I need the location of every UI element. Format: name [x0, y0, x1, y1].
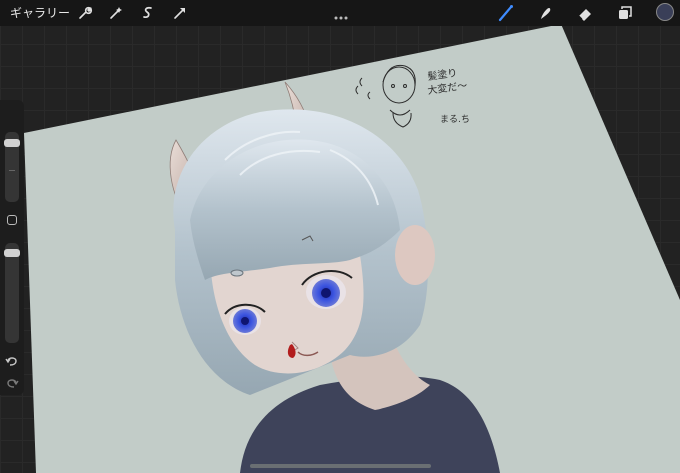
home-indicator[interactable]	[250, 464, 431, 468]
selection-icon[interactable]	[138, 3, 158, 23]
eraser-icon[interactable]	[575, 3, 595, 23]
opacity-thumb[interactable]	[4, 249, 20, 257]
gallery-button[interactable]: ギャラリー	[10, 5, 70, 21]
brush-icon[interactable]	[496, 3, 516, 23]
smudge-icon[interactable]	[535, 3, 555, 23]
brush-size-slider[interactable]	[4, 132, 20, 202]
magic-wand-icon[interactable]	[106, 3, 126, 23]
left-sidebar	[0, 100, 24, 395]
brush-size-thumb[interactable]	[4, 139, 20, 147]
transform-arrow-icon[interactable]	[170, 3, 190, 23]
layers-icon[interactable]	[615, 3, 635, 23]
wrench-icon[interactable]	[75, 3, 95, 23]
hair-clip	[230, 269, 244, 277]
modify-button[interactable]	[7, 215, 17, 225]
more-options-icon[interactable]	[334, 6, 348, 20]
color-picker-swatch[interactable]	[656, 3, 674, 21]
top-toolbar: ギャラリー	[0, 0, 680, 26]
sketch-note: まる.ち	[440, 114, 470, 125]
ear	[395, 225, 435, 285]
procreate-app: 髪塗り 大変だ〜 まる.ち ギャラリー	[0, 0, 680, 473]
opacity-slider[interactable]	[4, 243, 20, 343]
redo-icon[interactable]	[5, 374, 19, 388]
drawing-canvas[interactable]: 髪塗り 大変だ〜 まる.ち	[0, 0, 680, 473]
artwork[interactable]: 髪塗り 大変だ〜 まる.ち	[0, 0, 680, 473]
undo-icon[interactable]	[5, 352, 19, 366]
